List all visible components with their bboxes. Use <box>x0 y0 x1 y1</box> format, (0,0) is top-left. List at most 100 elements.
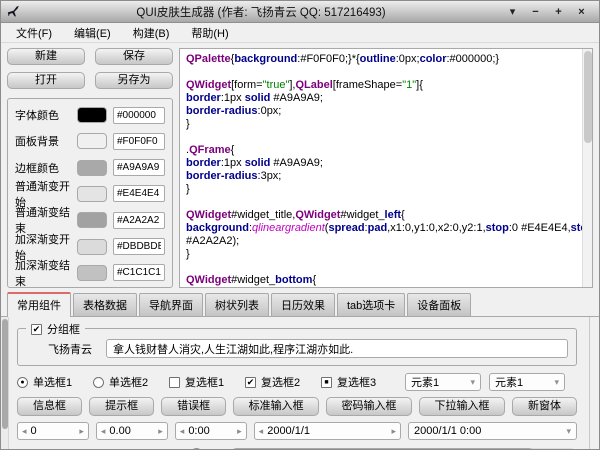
minimize-icon[interactable]: − <box>524 6 547 18</box>
demo-slider[interactable] <box>17 448 221 449</box>
hint-box-button[interactable]: 提示框 <box>89 397 154 416</box>
progress-label: 88% <box>230 448 577 449</box>
color-swatch-button[interactable] <box>77 107 107 123</box>
combo-value: 2000/1/1 0:00 <box>414 425 566 437</box>
groupbox-checkbox[interactable]: ✔ <box>31 324 42 335</box>
close-icon[interactable]: × <box>570 6 593 18</box>
panel-scrollbar-thumb[interactable] <box>2 319 8 429</box>
radio-option-1[interactable]: ● 单选框1 <box>17 374 93 390</box>
spin-right-icon[interactable]: ▸ <box>79 426 84 437</box>
panel-scrollbar[interactable] <box>1 317 9 449</box>
new-button[interactable]: 新建 <box>7 48 85 65</box>
chevron-down-icon: ▾ <box>470 377 475 388</box>
spin-value: 0:00 <box>184 425 237 437</box>
checkbox-icon[interactable]: ■ <box>321 377 332 388</box>
open-button[interactable]: 打开 <box>7 72 85 89</box>
spin-value: 2000/1/1 <box>263 425 391 437</box>
checkbox-option-2[interactable]: ✔ 复选框2 <box>245 374 321 390</box>
app-plane-icon <box>7 5 21 19</box>
qss-code-editor[interactable]: QPalette{background:#F0F0F0;}*{outline:0… <box>180 49 582 287</box>
code-line <box>186 66 580 79</box>
radio-option-2[interactable]: 单选框2 <box>93 374 169 390</box>
time-spinbox[interactable]: ◂ 0:00 ▸ <box>175 422 247 440</box>
maximize-icon[interactable]: + <box>547 6 570 18</box>
code-line <box>186 131 580 144</box>
error-box-button[interactable]: 错误框 <box>161 397 226 416</box>
checkbox-icon[interactable]: ✔ <box>245 377 256 388</box>
new-window-button[interactable]: 新窗体 <box>512 397 577 416</box>
color-row-font: 字体颜色 <box>15 104 165 126</box>
save-as-button[interactable]: 另存为 <box>95 72 173 89</box>
title-bar[interactable]: QUI皮肤生成器 (作者: 飞扬青云 QQ: 517216493) ▾ − + … <box>1 1 599 23</box>
save-button[interactable]: 保存 <box>95 48 173 65</box>
color-hex-input[interactable] <box>113 264 165 281</box>
color-label: 加深渐变结束 <box>15 257 77 289</box>
checkbox-label: 复选框1 <box>185 374 224 390</box>
editor-scrollbar[interactable] <box>582 49 592 287</box>
color-hex-input[interactable] <box>113 133 165 150</box>
menu-build[interactable]: 构建(B) <box>122 23 181 43</box>
datetime-combo[interactable]: 2000/1/1 0:00 ▾ <box>408 422 577 440</box>
tab-calendar[interactable]: 日历效果 <box>271 293 335 316</box>
int-spinbox[interactable]: ◂ 0 ▸ <box>17 422 89 440</box>
checkbox-option-1[interactable]: 复选框1 <box>169 374 245 390</box>
radio-icon[interactable] <box>93 377 104 388</box>
date-spinbox[interactable]: ◂ 2000/1/1 ▸ <box>254 422 401 440</box>
color-swatch-button[interactable] <box>77 212 107 228</box>
color-swatch-button[interactable] <box>77 265 107 281</box>
tab-bar: 常用组件 表格数据 导航界面 树状列表 日历效果 tab选项卡 设备面板 <box>1 291 599 317</box>
color-swatch-button[interactable] <box>77 160 107 176</box>
demo-groupbox: ✔ 分组框 飞扬青云 <box>17 328 577 366</box>
spinners-row: ◂ 0 ▸ ◂ 0.00 ▸ ◂ 0:00 ▸ ◂ 2000/1/1 ▸ <box>17 422 577 440</box>
groupbox-legend: ✔ 分组框 <box>26 321 85 337</box>
menu-help[interactable]: 帮助(H) <box>180 23 239 43</box>
code-line: QPalette{background:#F0F0F0;}*{outline:0… <box>186 53 580 66</box>
editor-scrollbar-thumb[interactable] <box>584 51 592 143</box>
password-input-button[interactable]: 密码输入框 <box>326 397 412 416</box>
app-window: QUI皮肤生成器 (作者: 飞扬青云 QQ: 517216493) ▾ − + … <box>0 0 600 450</box>
code-line: #A2A2A2); <box>186 235 580 248</box>
tab-tab-widget[interactable]: tab选项卡 <box>337 293 405 316</box>
checkbox-option-3[interactable]: ■ 复选框3 <box>321 374 397 390</box>
code-line: border:1px solid #A9A9A9; <box>186 92 580 105</box>
dropdown-input-button[interactable]: 下拉输入框 <box>419 397 505 416</box>
spin-right-icon[interactable]: ▸ <box>237 426 242 437</box>
color-swatch-button[interactable] <box>77 133 107 149</box>
menu-edit[interactable]: 编辑(E) <box>63 23 122 43</box>
slider-progress-row: 88% <box>17 448 577 449</box>
info-box-button[interactable]: 信息框 <box>17 397 82 416</box>
color-hex-input[interactable] <box>113 185 165 202</box>
radio-icon[interactable]: ● <box>17 377 28 388</box>
standard-input-button[interactable]: 标准输入框 <box>233 397 319 416</box>
slider-handle[interactable] <box>190 448 203 449</box>
color-hex-input[interactable] <box>113 212 165 229</box>
color-hex-input[interactable] <box>113 107 165 124</box>
tab-nav-ui[interactable]: 导航界面 <box>139 293 203 316</box>
menu-bar: 文件(F) 编辑(E) 构建(B) 帮助(H) <box>1 23 599 43</box>
double-spinbox[interactable]: ◂ 0.00 ▸ <box>96 422 168 440</box>
element-combo-1[interactable]: 元素1 ▾ <box>405 373 481 391</box>
left-panel: 新建 保存 打开 另存为 字体颜色 面板背景 边框颜色 <box>7 48 173 288</box>
tab-tree-list[interactable]: 树状列表 <box>205 293 269 316</box>
menu-file[interactable]: 文件(F) <box>5 23 63 43</box>
color-hex-input[interactable] <box>113 238 165 255</box>
tab-table-data[interactable]: 表格数据 <box>73 293 137 316</box>
color-row-panel-bg: 面板背景 <box>15 130 165 152</box>
color-swatch-button[interactable] <box>77 186 107 202</box>
color-swatch-button[interactable] <box>77 239 107 255</box>
tab-common-widgets[interactable]: 常用组件 <box>7 292 71 317</box>
menu-dropdown-icon[interactable]: ▾ <box>501 5 524 18</box>
code-line: QWidget[form="true"],QLabel[frameShape="… <box>186 79 580 92</box>
element-combo-2[interactable]: 元素1 ▾ <box>489 373 565 391</box>
combo-value: 元素1 <box>495 374 554 390</box>
motto-input[interactable] <box>106 339 568 358</box>
spin-right-icon[interactable]: ▸ <box>392 426 397 437</box>
checkbox-icon[interactable] <box>169 377 180 388</box>
options-row: ● 单选框1 单选框2 复选框1 ✔ 复选框2 ■ 复选框3 <box>17 374 577 390</box>
color-settings-frame: 字体颜色 面板背景 边框颜色 普通渐变开始 <box>7 98 173 288</box>
tab-device-panel[interactable]: 设备面板 <box>407 293 471 316</box>
spin-right-icon[interactable]: ▸ <box>158 426 163 437</box>
window-title: QUI皮肤生成器 (作者: 飞扬青云 QQ: 517216493) <box>21 4 501 20</box>
color-label: 字体颜色 <box>15 107 77 123</box>
color-hex-input[interactable] <box>113 159 165 176</box>
